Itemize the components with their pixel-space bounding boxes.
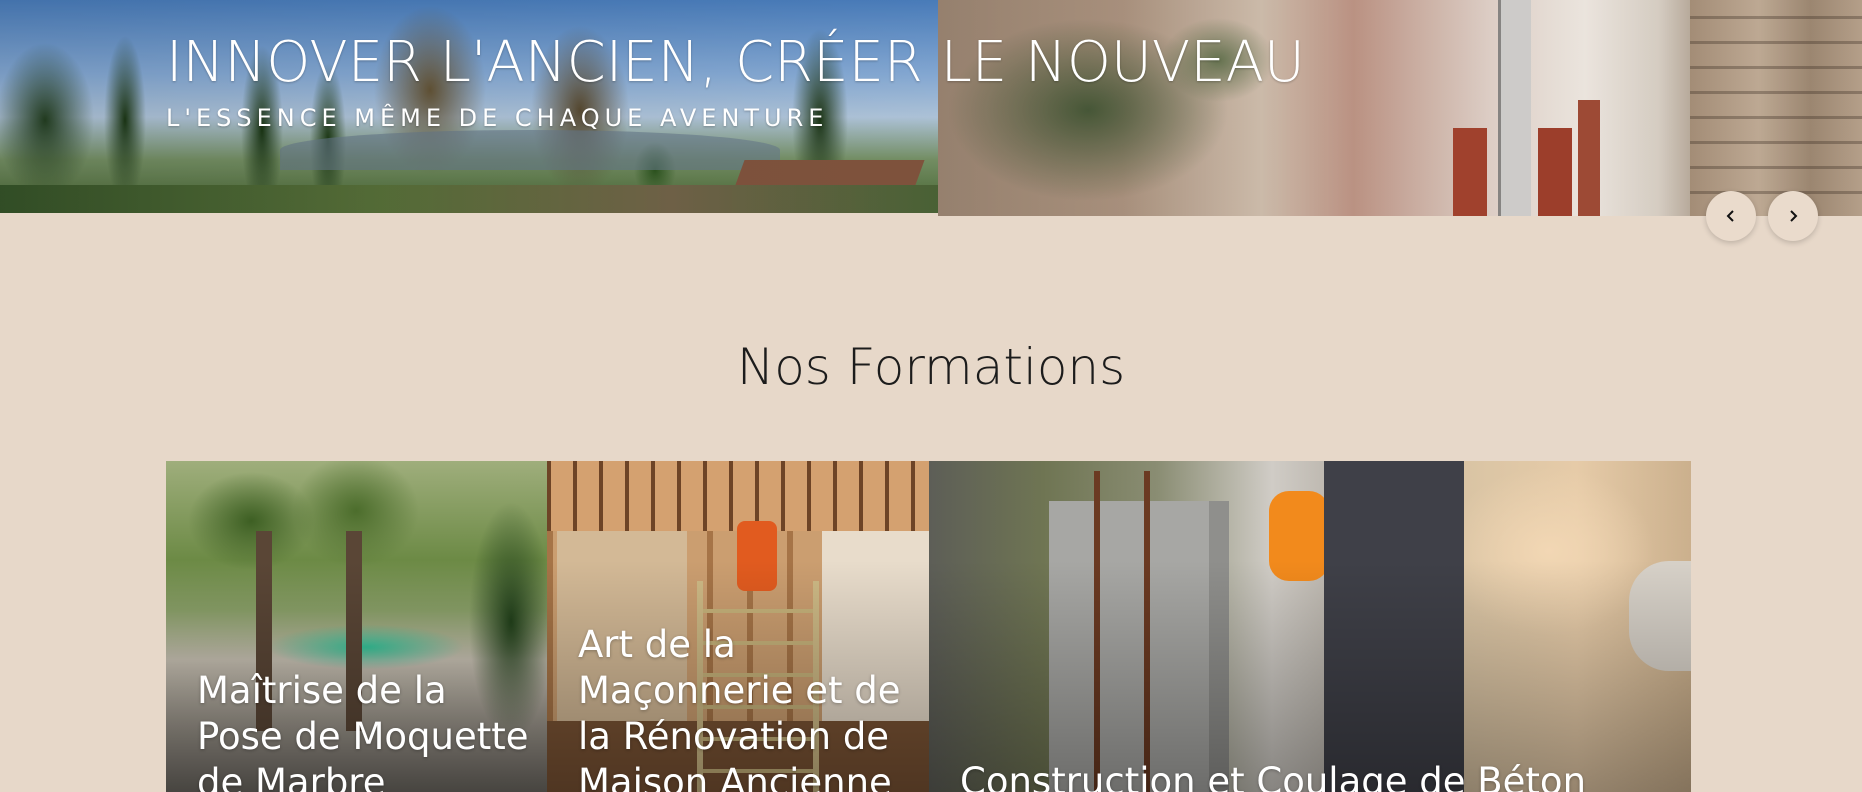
- section-title: Nos Formations: [736, 338, 1126, 396]
- hero-banner: INNOVER L'ANCIEN, CRÉER LE NOUVEAU L'ESS…: [0, 0, 1862, 216]
- hero-subtitle: L'ESSENCE MÊME DE CHAQUE AVENTURE: [166, 104, 829, 132]
- hero-title: INNOVER L'ANCIEN, CRÉER LE NOUVEAU: [166, 30, 1305, 95]
- formation-card-moquette[interactable]: Maîtrise de la Pose de Moquette de Marbr…: [166, 461, 547, 792]
- card-title: Art de la Maçonnerie et de la Rénovation…: [578, 623, 901, 792]
- chevron-left-icon: [1726, 210, 1734, 222]
- card-title: Construction et Coulage de Béton: [960, 760, 1587, 792]
- formations-gallery: Maîtrise de la Pose de Moquette de Marbr…: [166, 461, 1691, 792]
- card-title: Maîtrise de la Pose de Moquette de Marbr…: [197, 669, 529, 792]
- hero-band: [0, 213, 938, 216]
- chevron-right-icon: [1790, 210, 1798, 222]
- slider-prev-button[interactable]: [1706, 191, 1756, 241]
- formation-card-beton[interactable]: Construction et Coulage de Béton: [929, 461, 1691, 792]
- formation-card-maconnerie[interactable]: Art de la Maçonnerie et de la Rénovation…: [547, 461, 929, 792]
- slider-next-button[interactable]: [1768, 191, 1818, 241]
- card-shade: [929, 461, 1691, 792]
